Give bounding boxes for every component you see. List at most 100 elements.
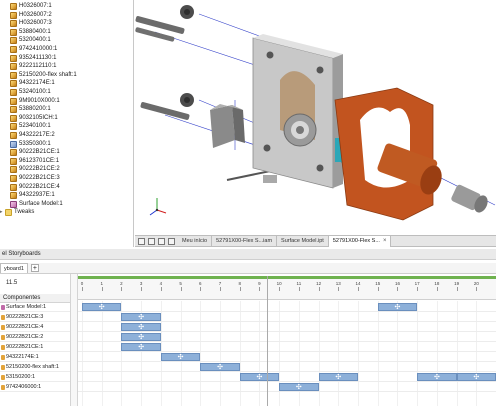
components-header: Componentes (0, 294, 70, 303)
ruler-tick-label: 5 (179, 281, 182, 286)
part-icon (10, 3, 17, 10)
ruler-tick-label: 7 (218, 281, 222, 286)
part-icon (10, 114, 17, 122)
playhead[interactable] (267, 276, 269, 406)
action-bar[interactable] (82, 303, 122, 311)
part-icon (10, 71, 17, 79)
timeline-ruler[interactable]: 0 1 2 3 4 5 6 7 8 9 10 11 12 13 14 15 16 17 18 19 20 (78, 276, 496, 300)
part-icon (10, 97, 17, 105)
component-row-label[interactable]: 90222B21CE:4 (0, 323, 70, 332)
ruler-tick-label: 17 (414, 281, 420, 286)
add-storyboard-button[interactable]: + (30, 264, 39, 272)
ruler-tick-label: 8 (238, 281, 241, 286)
action-bar[interactable] (121, 333, 161, 341)
component-row-label[interactable]: 94322174E:1 (0, 353, 70, 362)
ruler-tick-label: 2 (120, 281, 123, 286)
ruler-tick-label: 4 (159, 281, 163, 286)
browser-node[interactable]: ▸ Tweaks (0, 208, 34, 217)
part-icon (10, 54, 17, 62)
action-bar[interactable] (456, 373, 496, 381)
ruler-tick-label: 0 (80, 281, 84, 286)
part-icon (10, 183, 17, 191)
ruler-tick (318, 287, 320, 291)
component-row-label[interactable]: 9742406000:1 (0, 383, 70, 392)
timeline-row (78, 353, 496, 362)
ruler-tick (121, 287, 123, 291)
component-row-label[interactable]: 90222B21CE:2 (0, 333, 70, 342)
ruler-tick (377, 287, 379, 291)
storyboard-tabs: yboard1 + (0, 263, 496, 274)
ruler-tick-label: 15 (375, 281, 381, 286)
part-icon (10, 63, 17, 71)
current-time-readout[interactable]: 11.5 (6, 280, 17, 286)
ruler-tick-label: 12 (316, 281, 322, 286)
ruler-tick-label: 10 (276, 281, 282, 286)
action-bar[interactable] (377, 303, 418, 311)
housing-plate (252, 34, 343, 189)
ruler-tick (456, 287, 458, 291)
ruler-tick (259, 287, 261, 291)
ruler-tick (141, 287, 143, 291)
ruler-tick-label: 20 (473, 281, 479, 286)
timeline-grid[interactable] (78, 301, 496, 406)
ruler-tick (279, 287, 281, 291)
action-bar[interactable] (200, 363, 240, 371)
ruler-tick (417, 287, 419, 291)
ruler-tick (358, 287, 360, 291)
assembly-icon (10, 140, 17, 148)
part-icon (10, 80, 17, 88)
panel-splitter[interactable] (70, 274, 78, 406)
component-row-label[interactable]: Surface Model:1 (0, 303, 70, 312)
arrange-view-icon[interactable] (158, 237, 165, 245)
timeline-row (78, 303, 496, 312)
component-row-label[interactable]: 53150200:1 (0, 373, 70, 382)
ruler-tick-label: 11 (296, 281, 302, 286)
graphics-viewport[interactable] (135, 0, 496, 235)
action-bar[interactable] (239, 373, 280, 381)
tab-assembly[interactable]: 52791X00-Flex S...iam (212, 235, 278, 247)
close-icon[interactable]: × (383, 238, 387, 244)
action-bar[interactable] (417, 373, 457, 381)
part-icon (10, 11, 17, 19)
action-bar[interactable] (121, 343, 161, 351)
exploded-assembly-view (135, 5, 496, 221)
part-icon (10, 149, 17, 157)
part-icon (10, 106, 17, 114)
action-bar[interactable] (160, 353, 201, 361)
action-bar[interactable] (121, 323, 161, 331)
timeline-row (78, 363, 496, 372)
tab-presentation[interactable]: 52791X00-Flex S... × (328, 235, 392, 247)
ruler-tick (397, 287, 399, 291)
ruler-tick-label: 3 (139, 281, 143, 286)
storyboard-panel-title: el Storyboards (0, 249, 496, 260)
action-bar[interactable] (121, 313, 161, 321)
close-all-icon[interactable] (168, 237, 175, 245)
ruler-tick (180, 287, 182, 291)
ruler-tick (476, 287, 478, 291)
tab-home[interactable]: Meu início (178, 235, 213, 247)
component-row-label[interactable]: 90222B21CE:3 (0, 313, 70, 322)
timeline-range-bar (78, 276, 496, 279)
ruler-tick (239, 287, 241, 291)
ruler-tick (82, 287, 83, 291)
coordinate-triad (149, 198, 167, 216)
component-row-label[interactable]: 52150200-flex shaft:1 (0, 363, 70, 372)
browser-node-label: Tweaks (14, 209, 35, 216)
tile-view-icon[interactable] (138, 237, 145, 245)
action-bar[interactable] (279, 383, 319, 391)
tab-label: 52791X00-Flex S... (332, 237, 380, 244)
action-bar[interactable] (318, 373, 359, 381)
part-icon (10, 37, 17, 45)
ruler-tick (220, 287, 222, 291)
tab-surface-model[interactable]: Surface Model.ipt (277, 235, 329, 247)
tab-label: Surface Model.ipt (281, 237, 324, 244)
ruler-tick (160, 287, 162, 291)
knurled-nut (451, 184, 488, 213)
tab-storyboard1[interactable]: yboard1 (0, 263, 28, 273)
ruler-tick-label: 14 (355, 281, 361, 286)
cascade-view-icon[interactable] (148, 237, 155, 245)
part-icon (10, 157, 17, 165)
ruler-tick-label: 13 (335, 281, 341, 286)
component-row-label[interactable]: 90222B21CE:1 (0, 343, 70, 352)
tab-label: 52791X00-Flex S...iam (216, 237, 273, 244)
